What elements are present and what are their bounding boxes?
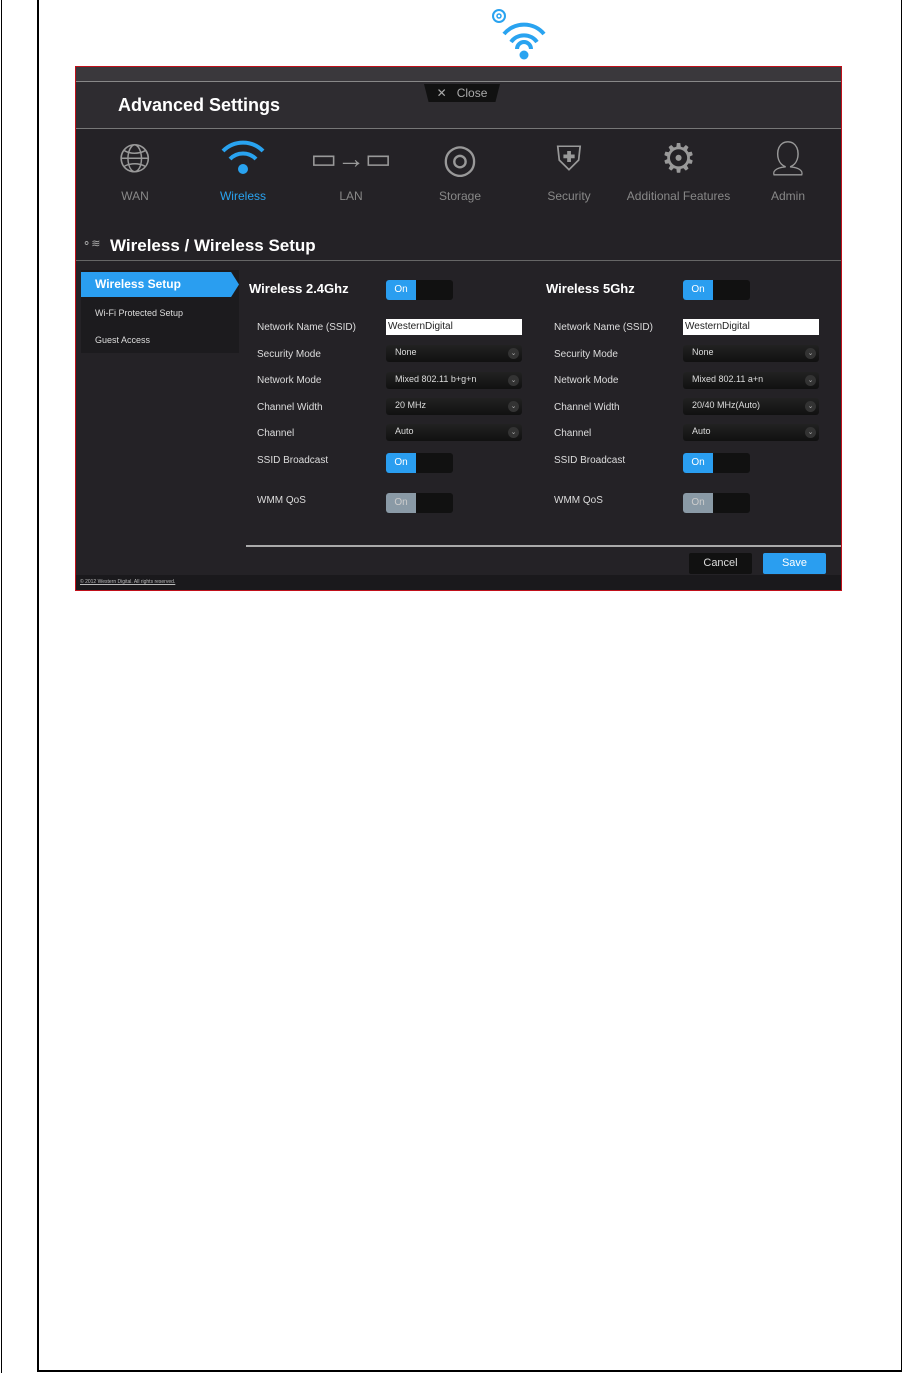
nav-label: Additional Features [626, 189, 731, 203]
sidebar-item-guest-access[interactable]: Guest Access [81, 335, 239, 345]
chevron-down-icon: ⌄ [508, 427, 519, 438]
select-value: Mixed 802.11 b+g+n [395, 374, 477, 384]
toggle-on-label: On [386, 453, 416, 473]
wifi-small-icon: ⚬≋ [82, 238, 101, 250]
close-button[interactable]: ✕ Close [424, 84, 500, 102]
margin-line [1, 0, 2, 1373]
label-ssid-broadcast: SSID Broadcast [554, 455, 626, 466]
nav-admin[interactable]: 👤︎ Admin [733, 129, 841, 203]
nav-label: Wireless [219, 189, 266, 203]
nav-security[interactable]: ⛨ Security [514, 129, 624, 203]
label-security: Security Mode [257, 349, 321, 360]
label-network-mode: Network Mode [257, 375, 322, 386]
band24-broadcast-toggle[interactable]: On [386, 453, 453, 473]
close-label: Close [456, 86, 488, 100]
wifi-icon [188, 129, 298, 189]
chevron-down-icon: ⌄ [805, 401, 816, 412]
label-channel-width: Channel Width [257, 402, 323, 413]
chevron-down-icon: ⌄ [805, 427, 816, 438]
band24-toggle[interactable]: On [386, 280, 453, 300]
select-value: None [395, 347, 417, 357]
divider [76, 260, 841, 261]
chevron-down-icon: ⌄ [508, 348, 519, 359]
label-channel: Channel [554, 428, 592, 439]
band24-security-select[interactable]: None ⌄ [386, 345, 522, 362]
divider [246, 545, 841, 547]
select-value: 20 MHz [395, 400, 427, 410]
toggle-on-label: On [386, 493, 416, 513]
select-value: Auto [395, 426, 414, 436]
select-value: Mixed 802.11 a+n [692, 374, 764, 384]
save-button[interactable]: Save [763, 553, 826, 574]
breadcrumb: Wireless / Wireless Setup [110, 236, 316, 255]
band5-security-select[interactable]: None ⌄ [683, 345, 819, 362]
band24-width-select[interactable]: 20 MHz ⌄ [386, 398, 522, 415]
band24-title: Wireless 2.4Ghz [249, 281, 349, 296]
select-value: None [692, 347, 714, 357]
chevron-down-icon: ⌄ [508, 401, 519, 412]
chevron-down-icon: ⌄ [805, 348, 816, 359]
laptops-icon: ▭→▭ [310, 143, 392, 174]
gears-icon: ⚙ [660, 137, 697, 181]
band5-width-select[interactable]: 20/40 MHz(Auto) ⌄ [683, 398, 819, 415]
nav-lan[interactable]: ▭→▭ LAN [296, 129, 406, 203]
sidebar-item-wireless-setup[interactable]: Wireless Setup [81, 272, 239, 297]
copyright-link[interactable]: © 2012 Western Digital. All rights reser… [80, 579, 175, 585]
disc-icon: ◎ [442, 137, 478, 181]
nav-label: WAN [121, 189, 149, 203]
band5-toggle[interactable]: On [683, 280, 750, 300]
toggle-on-label: On [386, 280, 416, 300]
toggle-on-label: On [683, 280, 713, 300]
toggle-on-label: On [683, 453, 713, 473]
select-value: Auto [692, 426, 711, 436]
band24-ssid-input[interactable]: WesternDigital [386, 319, 522, 335]
label-network-mode: Network Mode [554, 375, 619, 386]
band5-title: Wireless 5Ghz [546, 281, 635, 296]
label-ssid: Network Name (SSID) [554, 322, 653, 333]
nav-storage[interactable]: ◎ Storage [405, 129, 515, 203]
footer [76, 575, 841, 590]
nav-label: Admin [770, 189, 805, 203]
label-ssid-broadcast: SSID Broadcast [257, 455, 329, 466]
user-icon: 👤︎ [766, 140, 810, 178]
select-value: 20/40 MHz(Auto) [692, 400, 761, 410]
globe-icon: 🌐︎ [119, 137, 151, 181]
chevron-down-icon: ⌄ [805, 375, 816, 386]
band5-broadcast-toggle[interactable]: On [683, 453, 750, 473]
router-screenshot: Advanced Settings ✕ Close 🌐︎ WAN Wireless… [75, 66, 842, 591]
label-wmm: WMM QoS [257, 495, 306, 506]
page-title: Advanced Settings [118, 95, 281, 115]
band24-mode-select[interactable]: Mixed 802.11 b+g+n ⌄ [386, 372, 522, 389]
band5-mode-select[interactable]: Mixed 802.11 a+n ⌄ [683, 372, 819, 389]
nav-label: Storage [438, 189, 482, 203]
nav-wan[interactable]: 🌐︎ WAN [80, 129, 190, 203]
label-ssid: Network Name (SSID) [257, 322, 356, 333]
nav-wireless[interactable]: Wireless [188, 129, 298, 203]
nav-label: Security [547, 189, 591, 203]
label-channel: Channel [257, 428, 295, 439]
label-wmm: WMM QoS [554, 495, 603, 506]
band5-ssid-input[interactable]: WesternDigital [683, 319, 819, 335]
nav-additional-features[interactable]: ⚙ Additional Features [616, 129, 741, 203]
cancel-button[interactable]: Cancel [689, 553, 752, 574]
nav-label: LAN [339, 189, 363, 203]
label-channel-width: Channel Width [554, 402, 620, 413]
band5-wmm-toggle[interactable]: On [683, 493, 750, 513]
sidebar-item-wps[interactable]: Wi-Fi Protected Setup [81, 308, 239, 318]
shield-icon: ⛨ [556, 140, 582, 178]
band24-channel-select[interactable]: Auto ⌄ [386, 424, 522, 441]
band24-wmm-toggle[interactable]: On [386, 493, 453, 513]
label-security: Security Mode [554, 349, 618, 360]
top-bar [76, 67, 841, 82]
chevron-down-icon: ⌄ [508, 375, 519, 386]
toggle-on-label: On [683, 493, 713, 513]
band5-channel-select[interactable]: Auto ⌄ [683, 424, 819, 441]
